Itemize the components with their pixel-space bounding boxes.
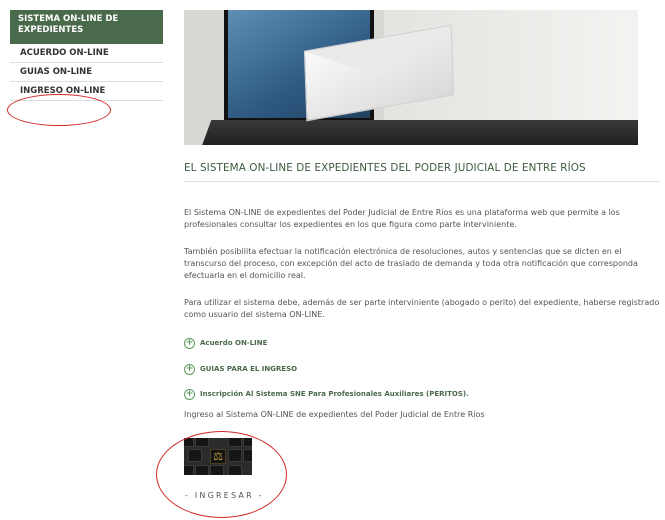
link-acuerdo-online[interactable]: + Acuerdo ON-LINE (184, 337, 267, 349)
sidebar-header: SISTEMA ON-LINE DE EXPEDIENTES (10, 10, 163, 44)
annotation-circle-ingreso (7, 94, 111, 126)
sidebar-item-acuerdo[interactable]: ACUERDO ON-LINE (10, 44, 163, 63)
link-guias-ingreso[interactable]: + GUIAS PARA EL INGRESO (184, 363, 297, 375)
sidebar-item-guias[interactable]: GUIAS ON-LINE (10, 63, 163, 82)
link-label: GUIAS PARA EL INGRESO (200, 365, 298, 373)
ingreso-description: Ingreso al Sistema ON-LINE de expediente… (184, 410, 485, 419)
link-label: Acuerdo ON-LINE (200, 339, 268, 347)
hero-image (184, 10, 638, 145)
plus-circle-icon: + (184, 337, 195, 349)
requirements-paragraph: Para utilizar el sistema debe, además de… (184, 298, 660, 319)
link-label: Inscripción Al Sistema SNE Para Profesio… (200, 390, 469, 398)
annotation-circle-ingresar (156, 431, 287, 518)
notification-paragraph: También posibilita efectuar la notificac… (184, 247, 638, 280)
plus-circle-icon: + (184, 388, 195, 400)
link-inscripcion-peritos[interactable]: + Inscripción Al Sistema SNE Para Profes… (184, 388, 469, 400)
plus-circle-icon: + (184, 363, 195, 375)
sidebar-nav: SISTEMA ON-LINE DE EXPEDIENTES ACUERDO O… (10, 10, 163, 101)
title-divider (184, 181, 660, 182)
laptop-base (196, 120, 638, 145)
page-title: EL SISTEMA ON-LINE DE EXPEDIENTES DEL PO… (184, 162, 586, 174)
intro-paragraph: El Sistema ON-LINE de expedientes del Po… (184, 208, 620, 229)
